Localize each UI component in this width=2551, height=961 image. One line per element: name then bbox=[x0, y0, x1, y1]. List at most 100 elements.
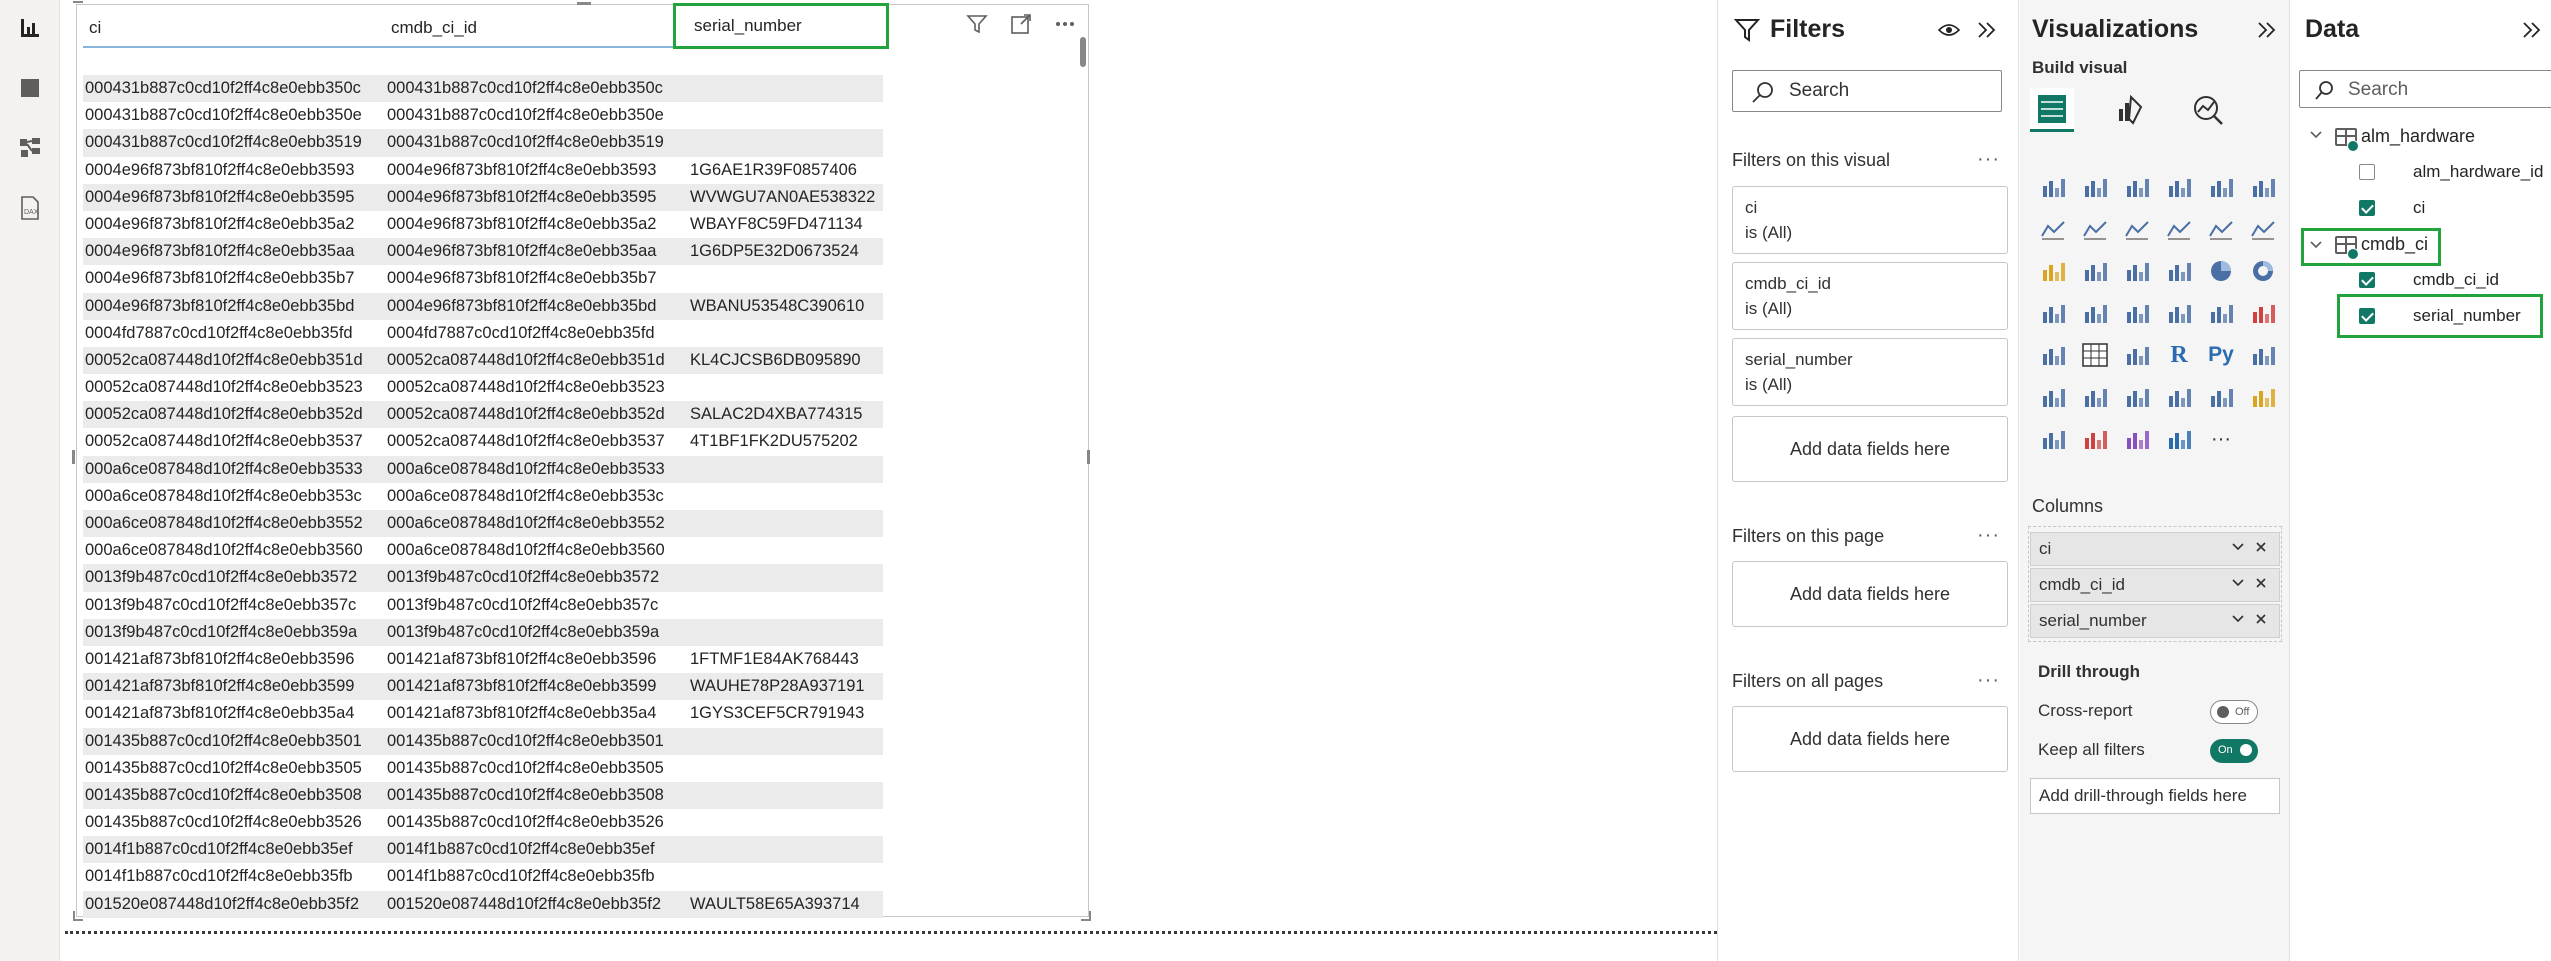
collapse-pane-icon[interactable] bbox=[2521, 20, 2543, 40]
multi-row-card-icon[interactable] bbox=[2032, 334, 2074, 376]
column-header-ci[interactable]: ci bbox=[83, 11, 383, 45]
table-row[interactable]: 0004e96f873bf810f2ff4c8e0ebb3593 0004e96f… bbox=[83, 157, 883, 184]
dax-query-view-icon[interactable]: DAX bbox=[16, 194, 44, 222]
table-row[interactable]: 001435b887c0cd10f2ff4c8e0ebb3526 001435b8… bbox=[83, 809, 883, 836]
table-row[interactable]: 001435b887c0cd10f2ff4c8e0ebb3501 001435b8… bbox=[83, 727, 883, 755]
table-row[interactable]: 0004e96f873bf810f2ff4c8e0ebb35aa 0004e96f… bbox=[83, 238, 883, 266]
field-checkbox-serial-number[interactable] bbox=[2359, 308, 2375, 324]
field-checkbox-cmdb-ci-id[interactable] bbox=[2359, 272, 2375, 288]
field-checkbox-ci[interactable] bbox=[2359, 200, 2375, 216]
focus-mode-icon[interactable] bbox=[1008, 11, 1034, 37]
table-row[interactable]: 000a6ce087848d10f2ff4c8e0ebb3560 000a6ce0… bbox=[83, 537, 883, 564]
table-row[interactable]: 0013f9b487c0cd10f2ff4c8e0ebb3572 0013f9b4… bbox=[83, 564, 883, 592]
stacked-column-chart-icon[interactable] bbox=[2074, 166, 2116, 208]
line-clustered-column-icon[interactable] bbox=[2242, 208, 2284, 250]
filter-card-cmdb-ci-id[interactable]: cmdb_ci_id is (All) bbox=[1732, 262, 2008, 330]
column-well-item-cmdb-ci-id[interactable]: cmdb_ci_id bbox=[2030, 568, 2280, 602]
table-row[interactable]: 001520e087448d10f2ff4c8e0ebb35f2 001520e0… bbox=[83, 890, 883, 918]
analytics-icon[interactable] bbox=[2186, 88, 2230, 132]
well-controls[interactable] bbox=[2231, 533, 2271, 573]
table-row[interactable]: 001421af873bf810f2ff4c8e0ebb35a4 001421af… bbox=[83, 700, 883, 727]
eye-icon[interactable] bbox=[1938, 20, 1960, 40]
more-options-icon[interactable]: ··· bbox=[1977, 669, 2000, 692]
table-row[interactable]: 0013f9b487c0cd10f2ff4c8e0ebb359a 0013f9b4… bbox=[83, 618, 883, 646]
table-row[interactable]: 000a6ce087848d10f2ff4c8e0ebb353c 000a6ce0… bbox=[83, 483, 883, 510]
table-row[interactable]: 001421af873bf810f2ff4c8e0ebb3596 001421af… bbox=[83, 646, 883, 673]
pie-chart-icon[interactable] bbox=[2200, 250, 2242, 292]
table-row[interactable]: 001435b887c0cd10f2ff4c8e0ebb3505 001435b8… bbox=[83, 755, 883, 782]
power-automate-icon[interactable] bbox=[2074, 418, 2116, 460]
stacked-area-chart-icon[interactable] bbox=[2116, 208, 2158, 250]
column-well-item-serial-number[interactable]: serial_number bbox=[2030, 604, 2280, 638]
table-row[interactable]: 000431b887c0cd10f2ff4c8e0ebb3519 000431b8… bbox=[83, 129, 883, 157]
funnel-chart-icon[interactable] bbox=[2116, 250, 2158, 292]
table-row[interactable]: 0004e96f873bf810f2ff4c8e0ebb35bd 0004e96f… bbox=[83, 292, 883, 320]
paginated-report-icon[interactable] bbox=[2200, 376, 2242, 418]
column-header-cmdb-ci-id[interactable]: cmdb_ci_id bbox=[385, 11, 685, 45]
table-alm-hardware[interactable]: alm_hardware bbox=[2361, 126, 2475, 147]
table-row[interactable]: 000a6ce087848d10f2ff4c8e0ebb3552 000a6ce0… bbox=[83, 510, 883, 538]
card-icon[interactable] bbox=[2242, 292, 2284, 334]
more-options-icon[interactable]: ··· bbox=[1977, 148, 2000, 171]
table-row[interactable]: 000431b887c0cd10f2ff4c8e0ebb350c 000431b8… bbox=[83, 75, 883, 103]
gauge-icon[interactable] bbox=[2200, 292, 2242, 334]
filter-icon[interactable] bbox=[964, 11, 990, 37]
table-row[interactable]: 000431b887c0cd10f2ff4c8e0ebb350e 000431b8… bbox=[83, 102, 883, 129]
line-chart-icon[interactable] bbox=[2032, 208, 2074, 250]
format-visual-icon[interactable] bbox=[2108, 88, 2152, 132]
qa-icon[interactable] bbox=[2074, 376, 2116, 418]
stacked-bar-chart-icon[interactable] bbox=[2032, 166, 2074, 208]
100-column-chart-icon[interactable] bbox=[2242, 166, 2284, 208]
table-row[interactable]: 00052ca087448d10f2ff4c8e0ebb3523 00052ca0… bbox=[83, 374, 883, 401]
vertical-scrollbar[interactable] bbox=[1080, 37, 1086, 67]
python-visual-icon[interactable]: Py bbox=[2200, 334, 2242, 376]
well-controls[interactable] bbox=[2231, 569, 2271, 609]
table-row[interactable]: 000a6ce087848d10f2ff4c8e0ebb3533 000a6ce0… bbox=[83, 455, 883, 483]
table-row[interactable]: 0004e96f873bf810f2ff4c8e0ebb3595 0004e96f… bbox=[83, 183, 883, 211]
100-area-chart-icon[interactable] bbox=[2158, 208, 2200, 250]
table-row[interactable]: 0013f9b487c0cd10f2ff4c8e0ebb357c 0013f9b4… bbox=[83, 592, 883, 619]
more-options-icon[interactable]: ··· bbox=[1977, 524, 2000, 547]
table-row[interactable]: 0014f1b887c0cd10f2ff4c8e0ebb35ef 0014f1b8… bbox=[83, 836, 883, 864]
field-ci[interactable]: ci bbox=[2413, 198, 2425, 218]
report-view-icon[interactable] bbox=[16, 14, 44, 42]
power-apps-icon[interactable] bbox=[2242, 376, 2284, 418]
table-view-icon[interactable] bbox=[16, 74, 44, 102]
filters-search-input[interactable]: Search bbox=[1732, 70, 2002, 112]
report-canvas[interactable]: ci cmdb_ci_id serial_number 000431b887c0… bbox=[61, 0, 1717, 961]
table-row[interactable]: 00052ca087448d10f2ff4c8e0ebb352d 00052ca0… bbox=[83, 401, 883, 429]
data-search-input[interactable]: Search bbox=[2299, 70, 2551, 108]
scatter-chart-icon[interactable] bbox=[2158, 250, 2200, 292]
azure-map-icon[interactable] bbox=[2158, 292, 2200, 334]
field-alm-hardware-id[interactable]: alm_hardware_id bbox=[2413, 162, 2543, 182]
resize-handle[interactable] bbox=[1087, 450, 1090, 464]
well-controls[interactable] bbox=[2231, 605, 2271, 645]
filter-card-serial-number[interactable]: serial_number is (All) bbox=[1732, 338, 2008, 406]
narrative-icon[interactable] bbox=[2116, 376, 2158, 418]
add-page-filter-field[interactable]: Add data fields here bbox=[1732, 561, 2008, 627]
more-options-icon[interactable] bbox=[1052, 11, 1078, 37]
line-column-chart-icon[interactable] bbox=[2200, 208, 2242, 250]
table-row[interactable]: 0014f1b887c0cd10f2ff4c8e0ebb35fb 0014f1b8… bbox=[83, 863, 883, 890]
table-row[interactable]: 001421af873bf810f2ff4c8e0ebb3599 001421af… bbox=[83, 673, 883, 701]
table-row[interactable]: 0004e96f873bf810f2ff4c8e0ebb35b7 0004e96f… bbox=[83, 265, 883, 292]
add-drill-through-fields[interactable]: Add drill-through fields here bbox=[2030, 778, 2280, 814]
key-influencers-icon[interactable] bbox=[2242, 334, 2284, 376]
add-report-filter-field[interactable]: Add data fields here bbox=[1732, 706, 2008, 772]
column-well-item-ci[interactable]: ci bbox=[2030, 532, 2280, 566]
chevron-down-icon[interactable] bbox=[2309, 238, 2323, 255]
waterfall-chart-icon[interactable] bbox=[2074, 250, 2116, 292]
clustered-bar-chart-icon[interactable] bbox=[2116, 166, 2158, 208]
diamond-icon[interactable] bbox=[2116, 418, 2158, 460]
model-view-icon[interactable] bbox=[16, 134, 44, 162]
table-row[interactable]: 00052ca087448d10f2ff4c8e0ebb351d 00052ca0… bbox=[83, 346, 883, 375]
donut-chart-icon[interactable] bbox=[2242, 250, 2284, 292]
map-icon[interactable] bbox=[2074, 292, 2116, 334]
cross-report-toggle[interactable]: Off bbox=[2210, 700, 2258, 724]
field-checkbox-alm-hardware-id[interactable] bbox=[2359, 164, 2375, 180]
filled-map-icon[interactable] bbox=[2116, 292, 2158, 334]
treemap-icon[interactable] bbox=[2032, 292, 2074, 334]
table-visual[interactable]: ci cmdb_ci_id serial_number 000431b887c0… bbox=[72, 1, 1091, 921]
field-cmdb-ci-id[interactable]: cmdb_ci_id bbox=[2413, 270, 2499, 290]
table-icon[interactable] bbox=[2074, 334, 2116, 376]
